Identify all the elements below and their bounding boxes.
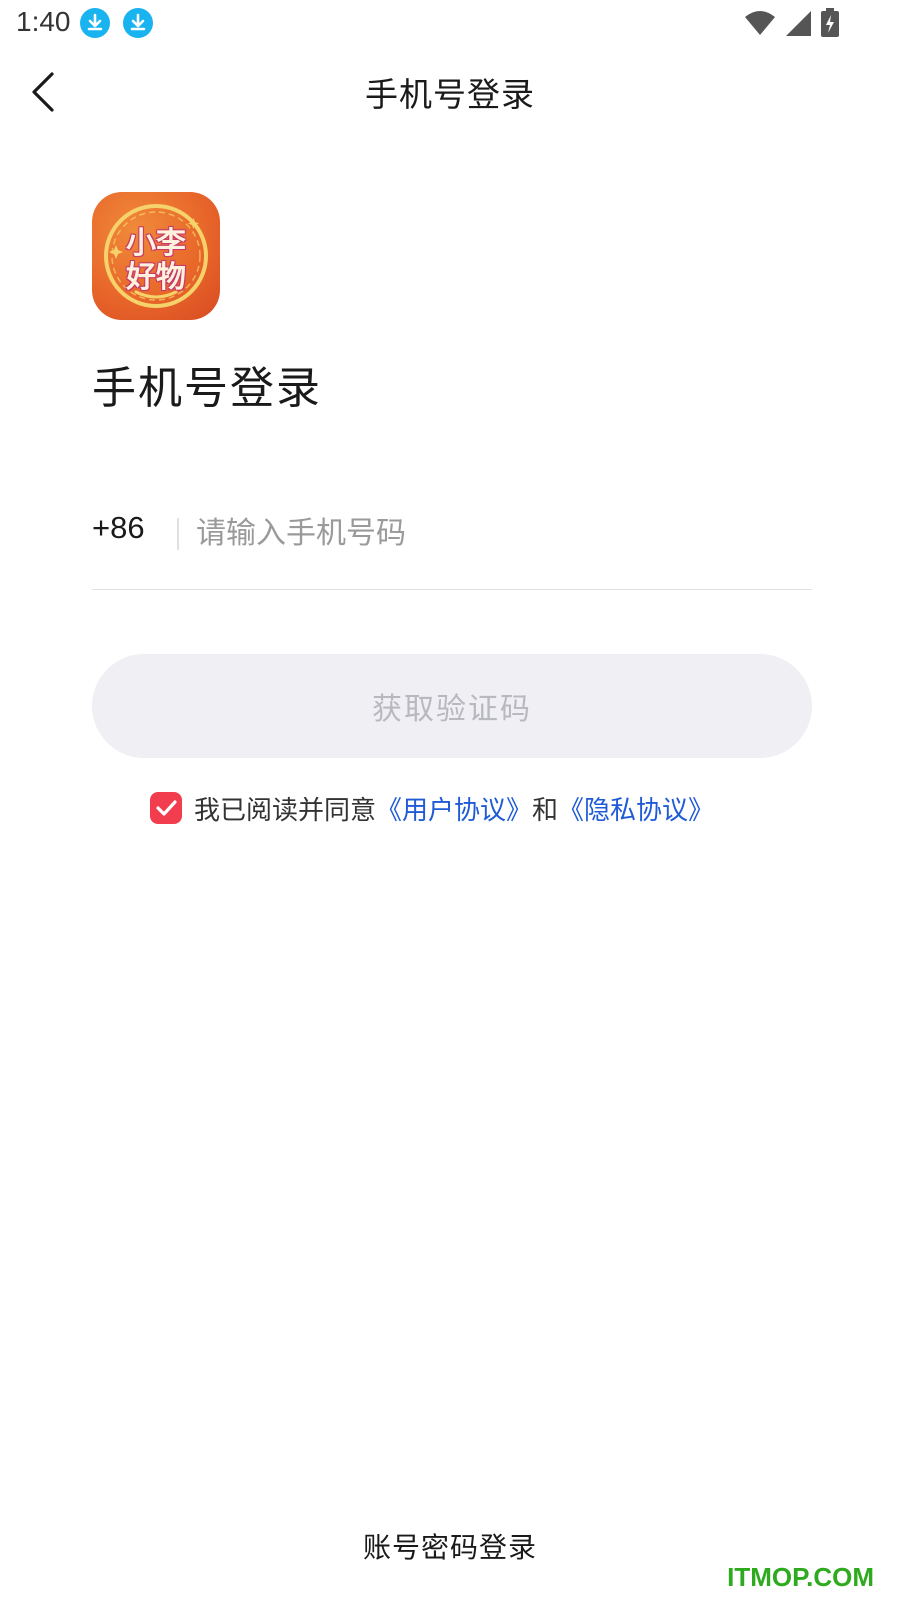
battery-charging-icon [820,8,840,38]
country-code[interactable]: +86 [92,510,145,546]
page-heading: 手机号登录 [92,363,322,414]
logo-text-line2: 好物 [126,260,186,295]
watermark: ITMOP.COM [727,1562,874,1592]
phone-input-row: +86 [92,500,812,590]
phone-number-input[interactable] [196,508,796,558]
download-icon [123,8,153,38]
user-agreement-link[interactable]: 《用户协议》 [376,790,532,827]
wifi-icon [744,9,776,37]
checkmark-icon [156,800,177,816]
password-login-link[interactable]: 账号密码登录 [0,1526,900,1566]
download-icon [80,8,110,38]
get-verification-code-button[interactable]: 获取验证码 [92,654,812,758]
status-bar: 1:40 [0,0,900,48]
status-time: 1:40 [16,6,71,37]
agreement-conjunction: 和 [532,795,559,826]
divider [177,518,179,550]
nav-title: 手机号登录 [365,75,535,114]
nav-bar: 手机号登录 [0,56,900,126]
signal-icon [784,9,812,37]
agreement-row: 我已阅读并同意 《用户协议》 和 《隐私协议》 [150,788,714,828]
app-logo: 小李 好物 [92,192,220,320]
system-icons [744,8,840,38]
agreement-checkbox[interactable] [150,792,182,824]
privacy-policy-link[interactable]: 《隐私协议》 [558,790,714,827]
agreement-prefix: 我已阅读并同意 [194,795,377,826]
